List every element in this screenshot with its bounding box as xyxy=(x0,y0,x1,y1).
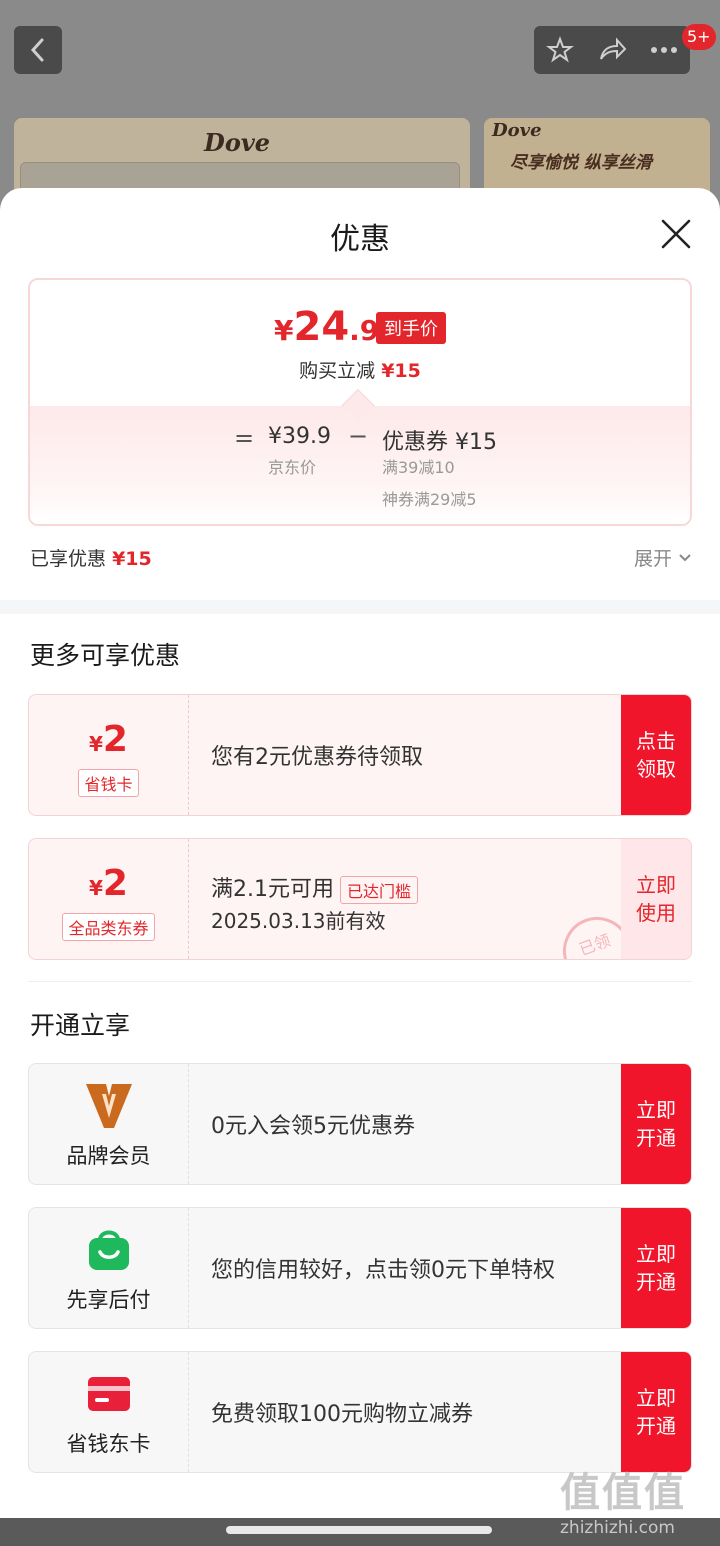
equals-sign: = xyxy=(234,424,255,452)
use-button[interactable]: 立即使用 xyxy=(621,839,691,959)
offer-amount: ¥2 xyxy=(89,719,128,760)
offer-tag: 省钱卡 xyxy=(78,769,139,797)
offer-description: 您有2元优惠券待领取 xyxy=(211,745,423,770)
expand-label: 展开 xyxy=(633,548,672,570)
jd-price-label: 京东价 xyxy=(268,458,317,477)
member-description: 免费领取100元购物立减券 xyxy=(211,1402,473,1427)
coupon-detail: 满39减10 xyxy=(382,458,455,477)
minus-sign: − xyxy=(348,422,369,450)
back-arrow-icon xyxy=(30,38,44,62)
watermark: 值值值 zhizhizhi.com xyxy=(560,1460,686,1538)
chevron-down-icon xyxy=(679,553,691,561)
coupon-detail: 神券满29减5 xyxy=(382,490,477,509)
offer-amount: ¥2 xyxy=(89,863,128,904)
final-price-tag: 到手价 xyxy=(376,312,446,344)
dove-logo: Dove xyxy=(204,128,271,157)
divider xyxy=(28,981,692,982)
close-icon[interactable] xyxy=(660,218,692,250)
member-label: 品牌会员 xyxy=(66,1144,151,1168)
jd-price: ¥39.9 xyxy=(268,424,331,449)
membership-card[interactable]: 省钱东卡 免费领取100元购物立减券 立即开通 xyxy=(28,1351,692,1473)
price-breakdown: ¥24.9 到手价 购买立减 ¥15 = ¥39.9 京东价 − 优惠券 ¥15… xyxy=(28,278,692,526)
share-icon[interactable] xyxy=(597,37,627,63)
claim-button[interactable]: 点击领取 xyxy=(621,695,691,815)
activate-button[interactable]: 立即开通 xyxy=(621,1208,691,1328)
home-indicator[interactable] xyxy=(226,1526,492,1534)
threshold-badge: 已达门槛 xyxy=(340,876,419,904)
watermark-logo: 值值值 xyxy=(560,1470,686,1516)
discount-sheet: 优惠 ¥24.9 到手价 购买立减 ¥15 = ¥39.9 京东价 − 优惠券 … xyxy=(0,188,720,1518)
card-icon xyxy=(87,1377,130,1411)
watermark-url: zhizhizhi.com xyxy=(560,1518,675,1538)
activate-button[interactable]: 立即开通 xyxy=(621,1064,691,1184)
offer-validity: 2025.03.13前有效 xyxy=(211,909,386,933)
more-icon[interactable] xyxy=(650,46,678,54)
open-section-title: 开通立享 xyxy=(30,1011,131,1040)
member-description: 您的信用较好，点击领0元下单特权 xyxy=(211,1258,555,1283)
back-button[interactable] xyxy=(14,26,62,74)
top-actions xyxy=(534,26,690,74)
member-label: 省钱东卡 xyxy=(66,1432,151,1456)
offer-card[interactable]: ¥2 全品类东券 满2.1元可用 已达门槛 2025.03.13前有效 已领 立即… xyxy=(28,838,692,960)
activate-button[interactable]: 立即开通 xyxy=(621,1352,691,1472)
membership-card[interactable]: 品牌会员 0元入会领5元优惠券 立即开通 xyxy=(28,1063,692,1185)
expand-button[interactable]: 展开 xyxy=(634,544,692,571)
member-description: 0元入会领5元优惠券 xyxy=(211,1114,415,1139)
coupon-amount: 优惠券 ¥15 xyxy=(382,430,497,455)
banner-slogan: 尽享愉悦 纵享丝滑 xyxy=(510,153,652,173)
sheet-header: 优惠 xyxy=(0,188,720,280)
offer-tag: 全品类东券 xyxy=(62,913,155,941)
buy-discount: 购买立减 ¥15 xyxy=(299,360,421,382)
final-price: ¥24.9 xyxy=(274,304,380,350)
dove-logo-small: Dove xyxy=(492,120,542,141)
more-offers-title: 更多可享优惠 xyxy=(30,641,181,670)
member-label: 先享后付 xyxy=(66,1288,151,1312)
section-separator xyxy=(0,600,720,614)
offer-description: 满2.1元可用 已达门槛 xyxy=(211,871,419,904)
sheet-title: 优惠 xyxy=(330,222,390,257)
membership-card[interactable]: 先享后付 您的信用较好，点击领0元下单特权 立即开通 xyxy=(28,1207,692,1329)
brand-member-icon xyxy=(85,1084,132,1128)
notification-badge: 5+ xyxy=(682,24,716,50)
enjoyed-discount: 已享优惠 ¥15 xyxy=(30,548,152,570)
offer-card[interactable]: ¥2 省钱卡 您有2元优惠券待领取 点击领取 xyxy=(28,694,692,816)
shopping-bag-icon xyxy=(88,1230,129,1270)
star-icon[interactable] xyxy=(545,36,574,64)
